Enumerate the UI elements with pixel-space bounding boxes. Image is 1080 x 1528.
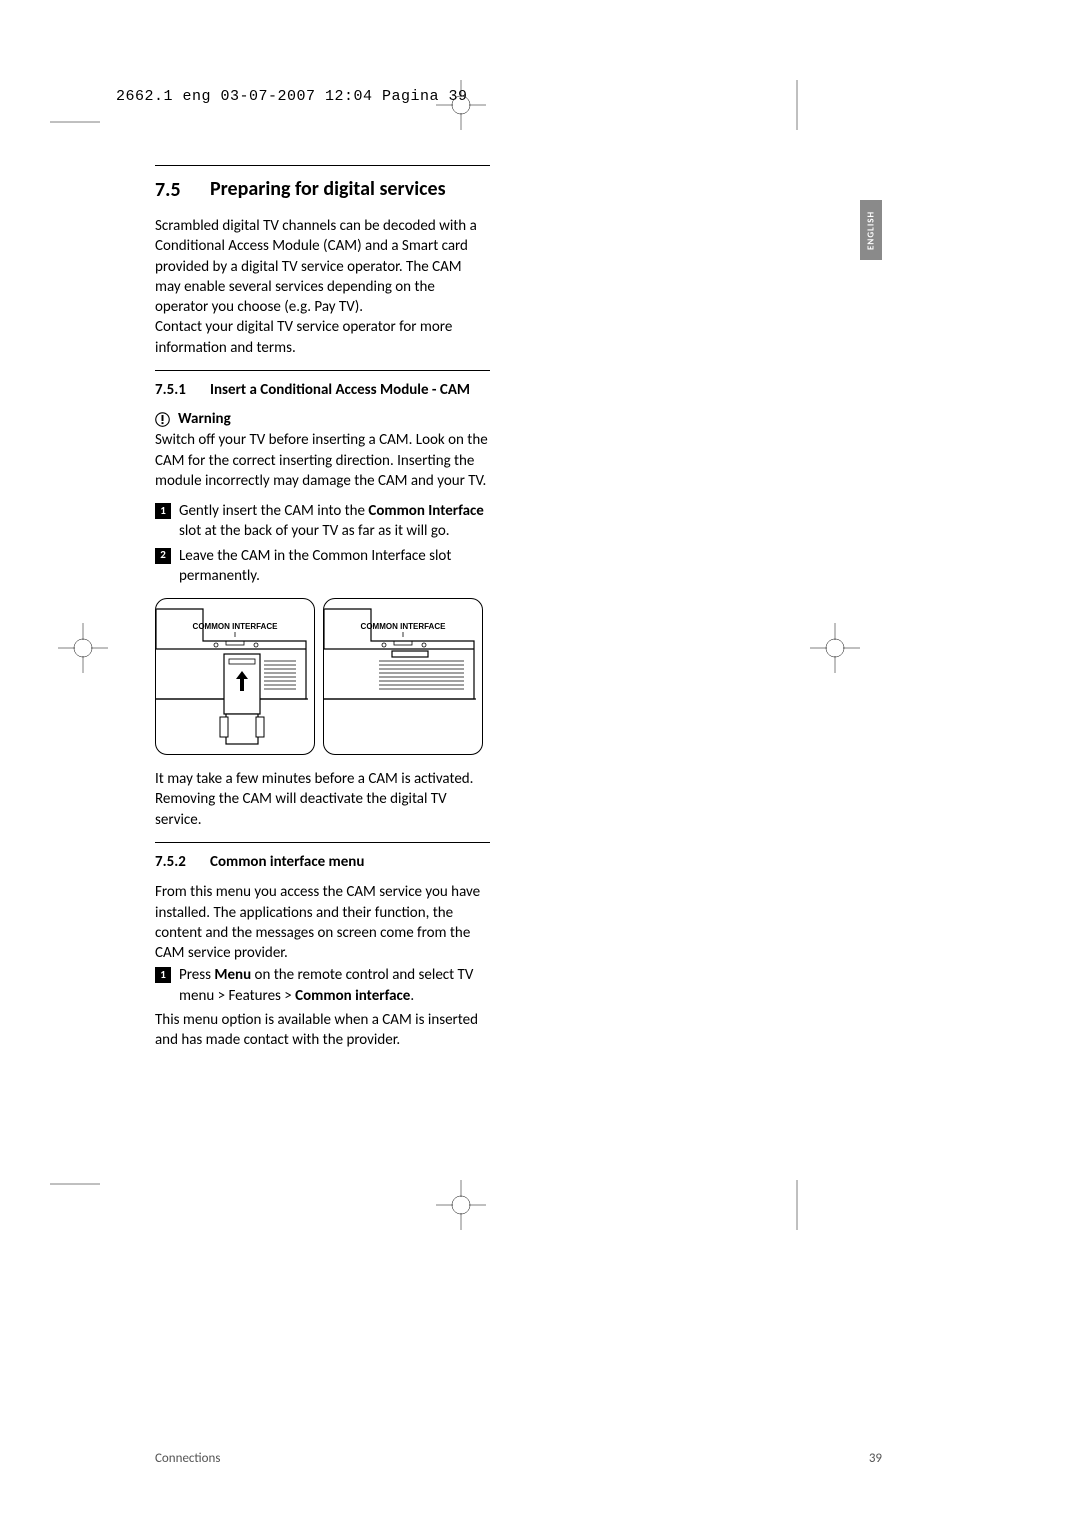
step-1-752: 1 Press Menu on the remote control and s…	[155, 965, 490, 1006]
crop-mark-top	[436, 80, 486, 130]
subsection-751-heading: 7.5.1 Insert a Conditional Access Module…	[155, 381, 490, 401]
warning-heading: Warning	[155, 410, 490, 428]
crop-corner-br	[793, 1180, 801, 1230]
subsection-title: Insert a Conditional Access Module - CAM	[210, 381, 470, 401]
divider	[155, 842, 490, 843]
language-tab: ENGLISH	[860, 200, 882, 260]
print-header: 2662.1 eng 03-07-2007 12:04 Pagina 39	[116, 88, 468, 105]
diagram-label: COMMON INTERFACE	[361, 622, 447, 631]
warning-label: Warning	[178, 410, 231, 428]
crop-corner-bl	[50, 1180, 100, 1188]
intro-text-2: Contact your digital TV service operator…	[155, 318, 452, 356]
step-number-icon: 1	[155, 967, 171, 983]
step-1-752-text: Press Menu on the remote control and sel…	[179, 965, 490, 1006]
crop-mark-left	[58, 623, 108, 673]
warning-text: Switch off your TV before inserting a CA…	[155, 430, 490, 491]
step-number-icon: 2	[155, 548, 171, 564]
diagram-row: COMMON INTERFACE	[155, 598, 490, 755]
crop-corner-tr	[793, 80, 801, 130]
section-title: Preparing for digital services	[210, 178, 446, 200]
diagram-inserted-cam: COMMON INTERFACE	[323, 598, 483, 755]
intro-paragraph: Scrambled digital TV channels can be dec…	[155, 216, 490, 358]
page-footer: Connections 39	[155, 1451, 882, 1466]
section-heading: 7.5 Preparing for digital services	[155, 165, 490, 202]
subsection-752-heading: 7.5.2 Common interface menu	[155, 853, 490, 873]
footer-section: Connections	[155, 1451, 220, 1466]
common-interface-intro: From this menu you access the CAM servic…	[155, 882, 490, 963]
step-1-text: Gently insert the CAM into the Common In…	[179, 501, 490, 542]
crop-mark-right	[810, 623, 860, 673]
page-number: 39	[869, 1451, 882, 1466]
diagram-insert-cam: COMMON INTERFACE	[155, 598, 315, 755]
divider	[155, 370, 490, 371]
subsection-title: Common interface menu	[210, 853, 364, 873]
step-2-text: Leave the CAM in the Common Interface sl…	[179, 546, 490, 587]
step-number-icon: 1	[155, 503, 171, 519]
crop-corner-tl	[50, 118, 100, 126]
cam-activation-note: It may take a few minutes before a CAM i…	[155, 769, 490, 830]
step-2: 2 Leave the CAM in the Common Interface …	[155, 546, 490, 587]
intro-text-1: Scrambled digital TV channels can be dec…	[155, 217, 477, 316]
diagram-label: COMMON INTERFACE	[193, 622, 279, 631]
crop-mark-bottom	[436, 1180, 486, 1230]
warning-icon	[155, 412, 170, 427]
subsection-number: 7.5.1	[155, 381, 210, 399]
step-1: 1 Gently insert the CAM into the Common …	[155, 501, 490, 542]
subsection-number: 7.5.2	[155, 853, 210, 871]
section-number: 7.5	[155, 178, 210, 202]
menu-option-note: This menu option is available when a CAM…	[155, 1010, 490, 1051]
content-column: 7.5 Preparing for digital services Scram…	[155, 165, 490, 1060]
